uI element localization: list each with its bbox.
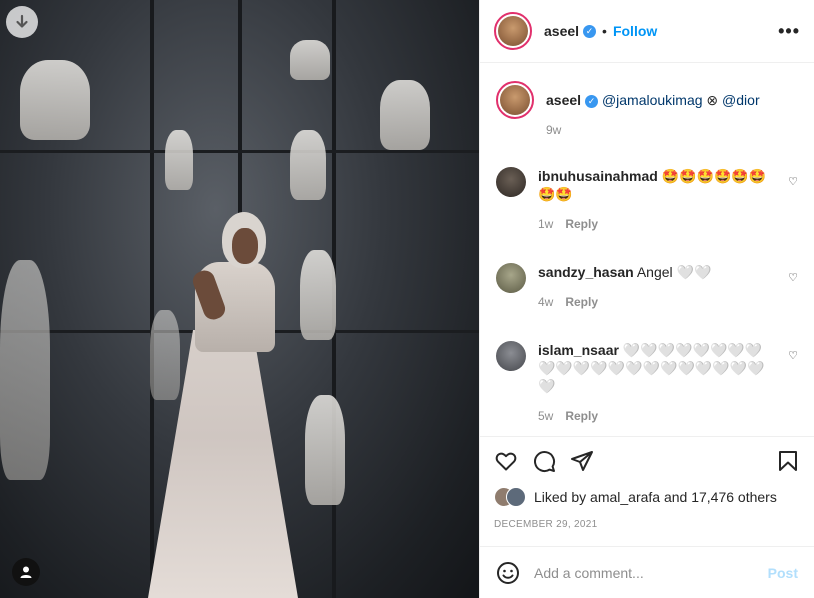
caption-username[interactable]: aseel bbox=[546, 92, 581, 108]
verified-icon: ✓ bbox=[583, 24, 597, 38]
avatar[interactable] bbox=[494, 12, 532, 50]
reply-button[interactable]: Reply bbox=[565, 217, 598, 231]
more-icon[interactable]: ••• bbox=[778, 21, 800, 42]
comment-username[interactable]: sandzy_hasan bbox=[538, 264, 634, 280]
instagram-post-view: aseel ✓ • Follow ••• aseel ✓ @jamaloukima… bbox=[0, 0, 814, 598]
download-icon bbox=[16, 14, 28, 28]
mention-link[interactable]: @jamaloukimag bbox=[602, 92, 703, 108]
mannequin bbox=[290, 40, 330, 80]
reply-button[interactable]: Reply bbox=[565, 295, 598, 309]
caption: aseel ✓ @jamaloukimag ⊗ @dior 9w bbox=[496, 81, 798, 139]
showcase-divider bbox=[150, 0, 154, 598]
likes-summary[interactable]: Liked by amal_arafa and 17,476 others bbox=[494, 487, 800, 507]
avatar[interactable] bbox=[496, 341, 526, 371]
fashion-emoji: ⊗ bbox=[706, 92, 719, 108]
avatar[interactable] bbox=[496, 81, 534, 119]
separator-dot: • bbox=[602, 23, 607, 39]
comment-text: Angel 🤍🤍 bbox=[636, 264, 712, 280]
verified-icon: ✓ bbox=[585, 94, 599, 108]
comment-item: islam_nsaar 🤍🤍🤍🤍🤍🤍🤍🤍🤍🤍🤍🤍🤍🤍🤍🤍🤍🤍🤍🤍🤍🤍 5w Rep… bbox=[496, 341, 798, 425]
comment-time: 1w bbox=[538, 217, 554, 231]
download-button[interactable] bbox=[6, 6, 38, 38]
post-header: aseel ✓ • Follow ••• bbox=[480, 0, 814, 63]
comment-username[interactable]: ibnuhusainahmad bbox=[538, 168, 658, 184]
mannequin bbox=[0, 260, 50, 480]
comment-item: sandzy_hasan Angel 🤍🤍 4w Reply ♡ bbox=[496, 263, 798, 311]
post-photo[interactable] bbox=[0, 0, 479, 598]
avatar[interactable] bbox=[496, 263, 526, 293]
mannequin bbox=[380, 80, 430, 150]
liker-avatars bbox=[494, 487, 530, 507]
caption-time: 9w bbox=[546, 123, 562, 137]
likes-text: Liked by amal_arafa and 17,476 others bbox=[534, 489, 777, 505]
follow-button[interactable]: Follow bbox=[613, 23, 657, 39]
like-comment-icon[interactable]: ♡ bbox=[788, 349, 798, 362]
mannequin bbox=[165, 130, 193, 190]
comments-list[interactable]: aseel ✓ @jamaloukimag ⊗ @dior 9w ibnuhusa… bbox=[480, 63, 814, 436]
like-comment-icon[interactable]: ♡ bbox=[788, 271, 798, 284]
comment-time: 5w bbox=[538, 409, 554, 423]
comment-time: 4w bbox=[538, 295, 554, 309]
share-icon[interactable] bbox=[570, 449, 594, 473]
author-username[interactable]: aseel bbox=[544, 23, 579, 39]
mannequin bbox=[300, 250, 336, 340]
mannequin bbox=[150, 310, 180, 400]
mannequin bbox=[20, 60, 90, 140]
woman-face bbox=[232, 228, 258, 264]
mannequin bbox=[305, 395, 345, 505]
save-icon[interactable] bbox=[776, 449, 800, 473]
user-icon bbox=[20, 566, 32, 578]
post-date: DECEMBER 29, 2021 bbox=[494, 519, 598, 530]
comment-username[interactable]: islam_nsaar bbox=[538, 342, 619, 358]
reply-button[interactable]: Reply bbox=[565, 409, 598, 423]
comment-input[interactable]: Add a comment... bbox=[534, 565, 768, 581]
avatar[interactable] bbox=[496, 167, 526, 197]
post-sidebar: aseel ✓ • Follow ••• aseel ✓ @jamaloukima… bbox=[479, 0, 814, 598]
action-bar bbox=[494, 449, 800, 473]
emoji-icon[interactable] bbox=[496, 561, 520, 585]
heart-icon[interactable] bbox=[494, 449, 518, 473]
comment-icon[interactable] bbox=[532, 449, 556, 473]
mention-link[interactable]: @dior bbox=[722, 92, 760, 108]
mannequin bbox=[290, 130, 326, 200]
tagged-users-button[interactable] bbox=[12, 558, 40, 586]
like-comment-icon[interactable]: ♡ bbox=[788, 175, 798, 188]
showcase-shelf bbox=[0, 150, 479, 153]
add-comment-bar: Add a comment... Post bbox=[480, 546, 814, 598]
comment-item: ibnuhusainahmad 🤩🤩🤩🤩🤩🤩🤩🤩 1w Reply ♡ bbox=[496, 167, 798, 233]
post-button[interactable]: Post bbox=[768, 565, 798, 581]
